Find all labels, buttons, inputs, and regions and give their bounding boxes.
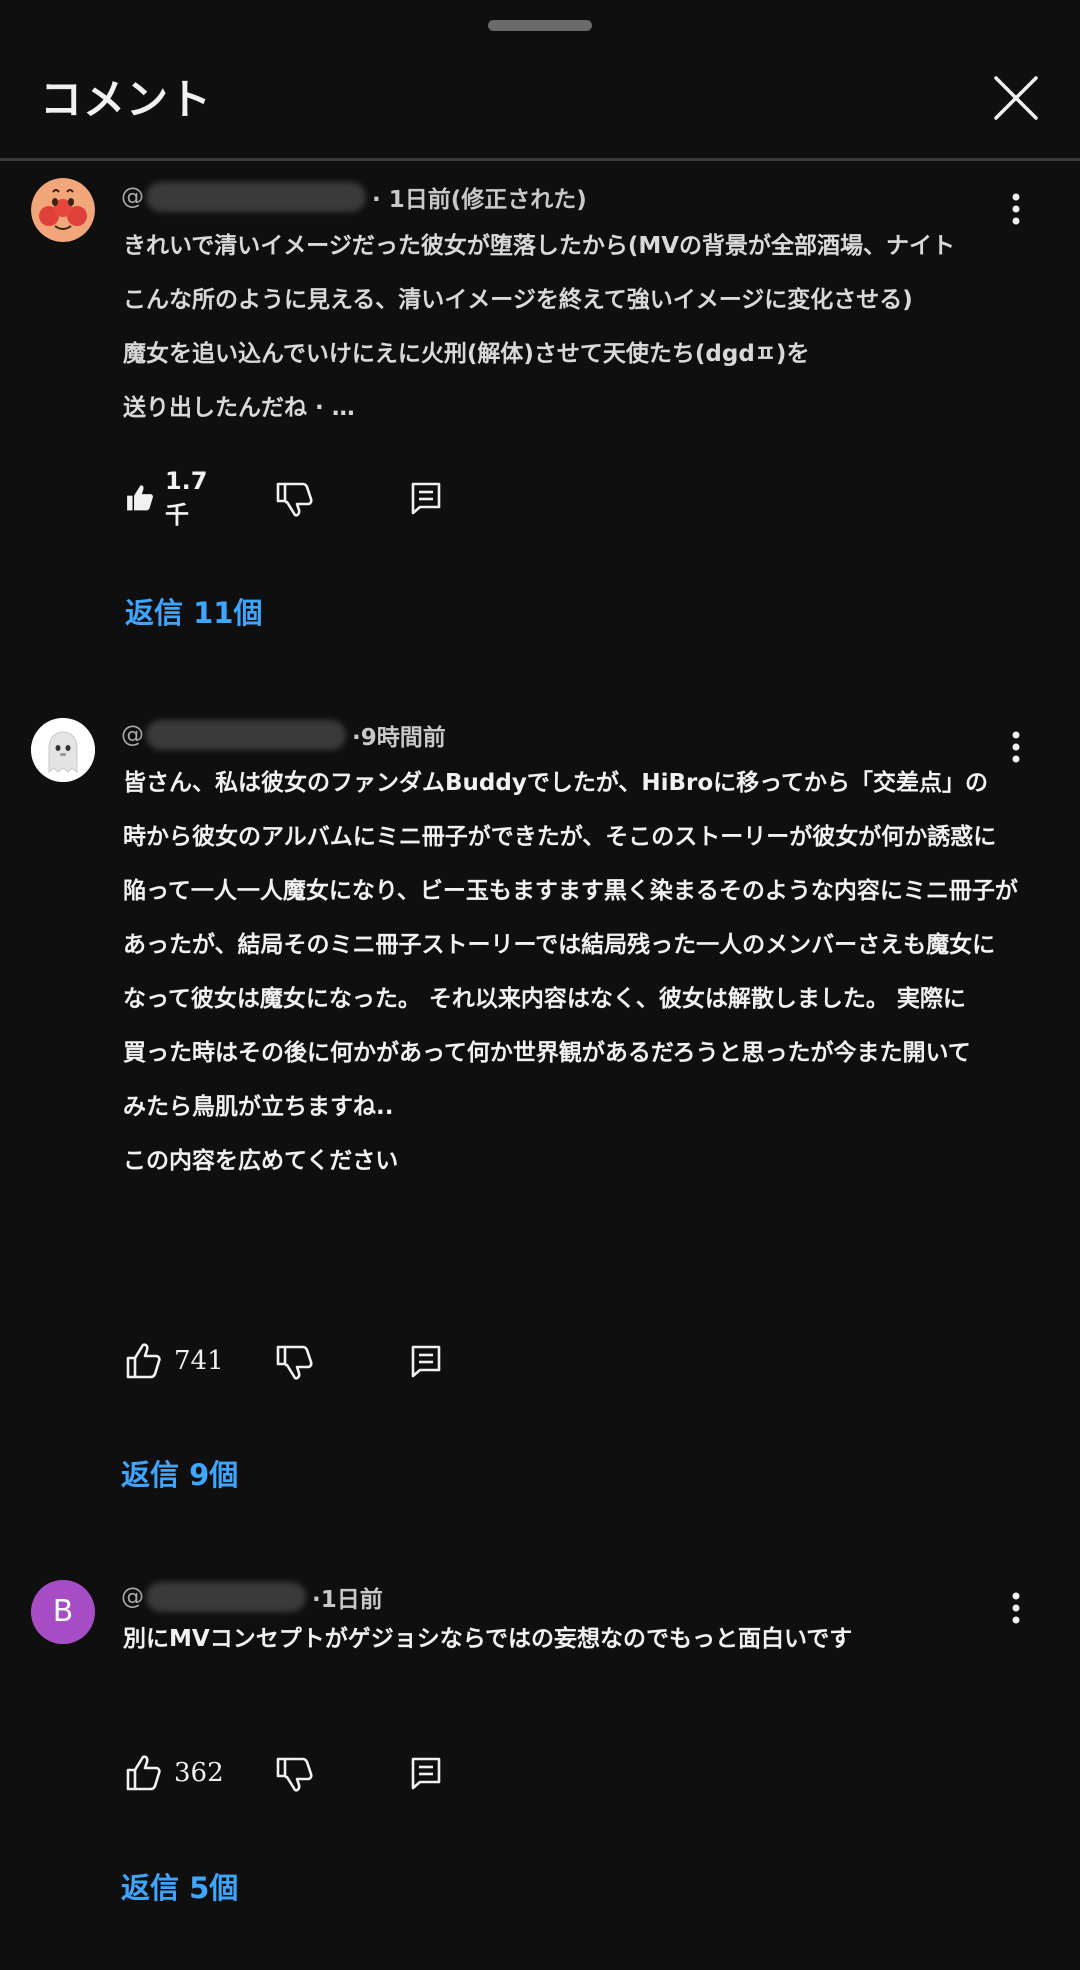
comment-thread: @ · 1日前(修正された) きれいで清いイメージだった彼女が堕落したから(MV… <box>0 175 1080 645</box>
thumbs-up-icon <box>126 1343 161 1379</box>
comment-meta: @ ·1日前 <box>121 1580 383 1614</box>
like-button[interactable]: 741 <box>124 1336 224 1386</box>
avatar[interactable]: B <box>31 1580 95 1644</box>
comment-text: 皆さん、私は彼女のファンダムBuddyでしたが、HiBroに移ってから「交差点」… <box>123 756 1018 1188</box>
redacted-handle <box>146 182 366 212</box>
comment-line: こんな所のように見える、清いイメージを終えて強いイメージに変化させる) <box>123 287 913 313</box>
comment-line: あったが、結局そのミニ冊子ストーリーでは結局残った一人のメンバーさえも魔女に <box>123 932 996 958</box>
reply-button[interactable] <box>410 473 442 523</box>
comment-line: きれいで清いイメージだった彼女が堕落したから(MVの背景が全部酒場、ナイト <box>123 233 956 259</box>
thumbs-down-icon <box>276 1345 313 1380</box>
reply-button[interactable] <box>410 1336 442 1386</box>
like-count: 1.7千 <box>164 466 208 529</box>
more-vertical-icon <box>1012 193 1020 225</box>
dislike-button[interactable] <box>274 473 314 523</box>
comment-line: 買った時はその後に何かがあって何か世界観があるだろうと思ったが今また開いて <box>123 1040 971 1066</box>
comment-thread: @ ·9時間前 皆さん、私は彼女のファンダムBuddyでしたが、HiBroに移っ… <box>0 715 1080 1505</box>
author-handle[interactable]: @ <box>121 184 144 210</box>
comment-time: ·9時間前 <box>352 725 446 751</box>
dislike-button[interactable] <box>274 1748 314 1798</box>
reply-comment-icon <box>411 1757 441 1790</box>
comment-text: 別にMVコンセプトがゲジョシならではの妄想なのでもっと面白いです <box>123 1612 852 1666</box>
like-count: 362 <box>174 1758 224 1788</box>
character-face-icon <box>31 178 95 242</box>
comment-thread: B @ ·1日前 別にMVコンセプトがゲジョシならではの妄想なのでもっと面白いで… <box>0 1578 1080 1970</box>
comment-line: 魔女を追い込んでいけにえに火刑(解体)させて天使たち(dgdㅍ)を <box>123 341 810 367</box>
comment-line: 皆さん、私は彼女のファンダムBuddyでしたが、HiBroに移ってから「交差点」… <box>123 770 989 796</box>
comment-meta: @ · 1日前(修正された) <box>121 180 587 214</box>
comment-time: ·1日前 <box>312 1587 383 1613</box>
more-options-button[interactable] <box>996 1586 1036 1634</box>
comment-line: 別にMVコンセプトがゲジョシならではの妄想なのでもっと面白いです <box>123 1626 853 1652</box>
dislike-button[interactable] <box>274 1336 314 1386</box>
header-divider <box>0 158 1080 161</box>
close-icon <box>994 76 1038 120</box>
thumbs-down-icon <box>276 482 313 517</box>
reply-comment-icon <box>411 482 441 515</box>
close-button[interactable] <box>984 66 1048 130</box>
replies-button[interactable]: 返信 5個 <box>121 1865 238 1907</box>
reply-comment-icon <box>411 1345 441 1378</box>
avatar-letter: B <box>52 1594 74 1629</box>
avatar[interactable] <box>31 718 95 782</box>
more-options-button[interactable] <box>996 187 1036 235</box>
comment-line: 時から彼女のアルバムにミニ冊子ができたが、そこのストーリーが彼女が何か誘惑に <box>123 824 997 850</box>
replies-button[interactable]: 返信 9個 <box>121 1452 238 1494</box>
thumbs-up-icon <box>126 1755 161 1791</box>
comment-line: 陥って一人一人魔女になり、ビー玉もますます黒く染まるそのような内容にミニ冊子が <box>123 878 1018 904</box>
author-handle[interactable]: @ <box>121 722 144 748</box>
drag-handle[interactable] <box>488 20 592 31</box>
thumbs-up-icon <box>127 485 153 511</box>
redacted-handle <box>146 720 346 750</box>
ghost-avatar-icon <box>31 718 95 782</box>
like-button[interactable]: 362 <box>124 1748 224 1798</box>
page-title: コメント <box>40 75 213 124</box>
comment-line: この内容を広めてください <box>123 1148 399 1174</box>
comments-sheet: コメント @ · 1日前(修正された) きれいで清いイメージだった彼女が堕落した… <box>0 0 1080 1970</box>
like-button[interactable]: 1.7千 <box>124 467 217 529</box>
more-vertical-icon <box>1012 1592 1020 1624</box>
comment-line: なって彼女は魔女になった。 それ以来内容はなく、彼女は解散しました。 実際に <box>123 986 966 1012</box>
comment-line: 送り出したんだね · … <box>123 395 355 421</box>
like-count: 741 <box>174 1346 224 1376</box>
thumbs-down-icon <box>276 1757 313 1792</box>
comment-meta: @ ·9時間前 <box>121 718 446 752</box>
author-handle[interactable]: @ <box>121 1584 144 1610</box>
comment-time: · 1日前(修正された) <box>372 187 587 213</box>
reply-button[interactable] <box>410 1748 442 1798</box>
comments-header: コメント <box>0 40 1080 158</box>
redacted-handle <box>146 1582 306 1612</box>
comment-text: きれいで清いイメージだった彼女が堕落したから(MVの背景が全部酒場、ナイト こん… <box>123 219 955 435</box>
replies-button[interactable]: 返信 11個 <box>125 590 262 632</box>
avatar[interactable] <box>31 178 95 242</box>
comment-line: みたら鳥肌が立ちますね.. <box>123 1094 394 1120</box>
